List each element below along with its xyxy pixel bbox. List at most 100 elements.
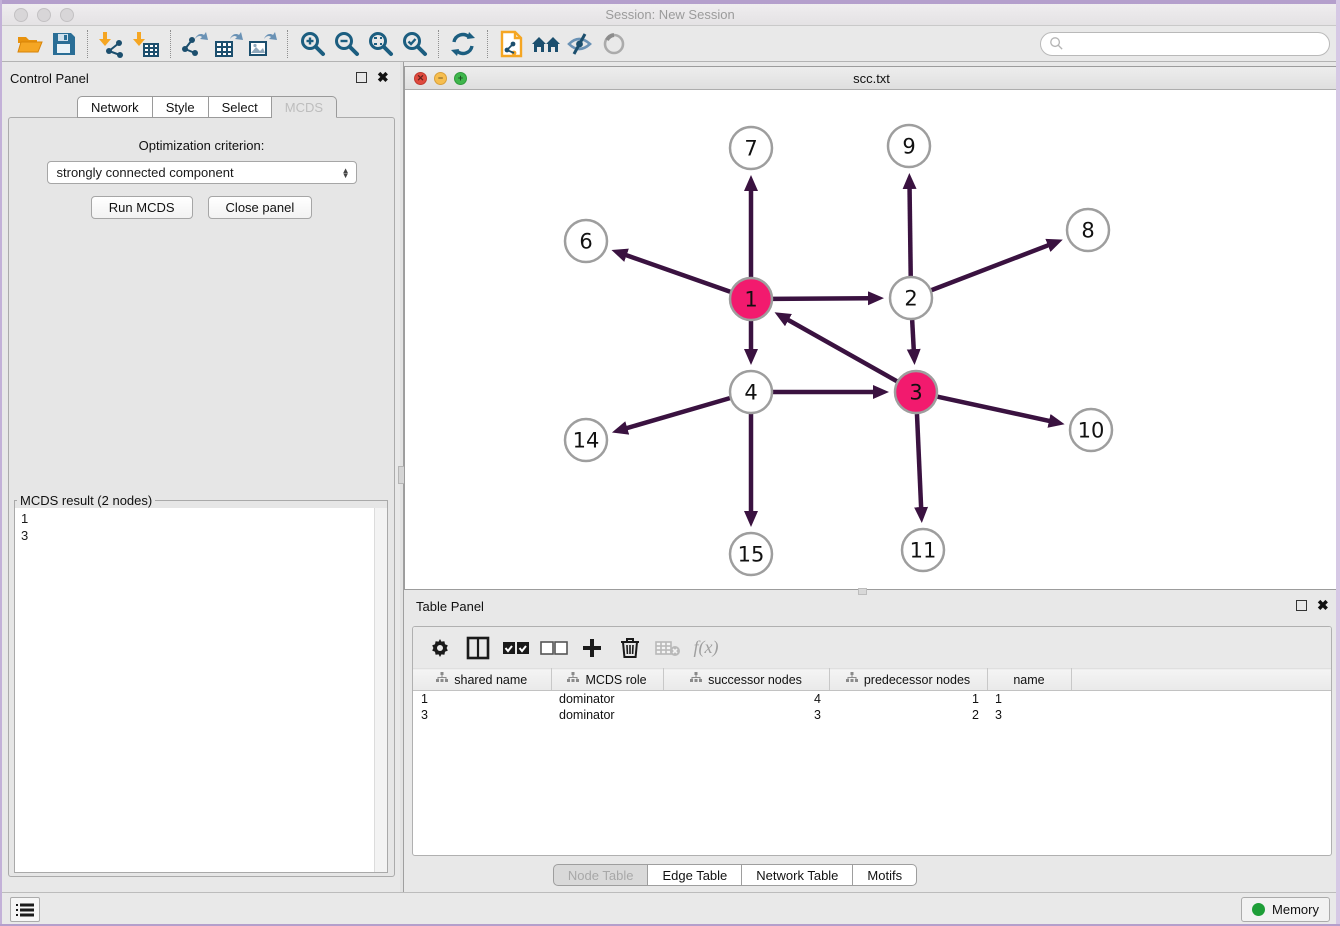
hierarchy-icon (846, 672, 858, 687)
delete-column-icon[interactable] (613, 633, 647, 663)
duplicate-network-icon[interactable] (495, 29, 529, 59)
graph-node-3[interactable]: 3 (895, 371, 937, 413)
save-session-icon[interactable] (46, 29, 80, 59)
memory-status-icon (1252, 903, 1265, 916)
svg-text:11: 11 (910, 539, 937, 563)
cell-predecessor-nodes[interactable]: 2 (829, 707, 987, 723)
edge-3-11[interactable] (917, 414, 921, 509)
zoom-out-icon[interactable] (329, 29, 363, 59)
graph-node-1[interactable]: 1 (730, 278, 772, 320)
result-scrollbar[interactable] (374, 508, 387, 872)
panel-mode-icon[interactable] (461, 633, 495, 663)
mcds-result-text[interactable]: 1 3 (15, 508, 387, 872)
edge-2-3[interactable] (912, 320, 914, 351)
table-tab-motifs[interactable]: Motifs (853, 864, 917, 886)
column-settings-icon[interactable] (423, 633, 457, 663)
table-tab-network-table[interactable]: Network Table (742, 864, 853, 886)
zoom-fit-icon[interactable] (363, 29, 397, 59)
mcds-result-lines: 1 3 (21, 511, 28, 543)
table-row[interactable]: 1dominator411 (413, 691, 1331, 707)
edge-4-14[interactable] (625, 398, 730, 428)
function-builder-icon: f(x) (689, 633, 723, 663)
control-panel-tab-select[interactable]: Select (209, 96, 272, 118)
export-table-icon[interactable] (212, 29, 246, 59)
graph-node-6[interactable]: 6 (565, 220, 607, 262)
toggle-visibility-icon[interactable] (597, 29, 631, 59)
graph-node-10[interactable]: 10 (1070, 409, 1112, 451)
optimization-criterion-select[interactable]: strongly connected component ▲▼ (47, 161, 357, 184)
cell-name[interactable]: 3 (987, 707, 1071, 723)
close-panel-button[interactable]: Close panel (208, 196, 313, 219)
first-neighbors-icon[interactable] (446, 29, 480, 59)
export-image-icon[interactable] (246, 29, 280, 59)
memory-button[interactable]: Memory (1241, 897, 1330, 922)
search-input[interactable] (1040, 32, 1330, 56)
toolbar-separator (487, 30, 488, 58)
svg-text:8: 8 (1081, 219, 1094, 243)
network-close-button[interactable]: ✕ (414, 72, 427, 85)
column-header-predecessor-nodes[interactable]: predecessor nodes (829, 669, 987, 691)
edge-1-6[interactable] (625, 255, 731, 292)
edge-2-8[interactable] (932, 245, 1050, 290)
network-canvas[interactable]: 7 9 6 8 1 2 4 3 14 10 15 11 (405, 90, 1338, 589)
column-header-successor-nodes[interactable]: successor nodes (663, 669, 829, 691)
network-resize-grip[interactable] (858, 588, 867, 595)
column-header-MCDS-role[interactable]: MCDS role (551, 669, 663, 691)
deselect-all-icon[interactable] (537, 633, 571, 663)
float-panel-icon[interactable] (356, 72, 367, 83)
hierarchy-icon (567, 672, 579, 687)
select-all-icon[interactable] (499, 633, 533, 663)
table-toolbar: f(x) (413, 627, 1331, 668)
add-column-icon[interactable] (575, 633, 609, 663)
table-row[interactable]: 3dominator323 (413, 707, 1331, 723)
mcds-result-box: MCDS result (2 nodes) 1 3 (14, 493, 388, 873)
graph-node-15[interactable]: 15 (730, 533, 772, 575)
graph-node-14[interactable]: 14 (565, 419, 607, 461)
cell-MCDS-role[interactable]: dominator (551, 707, 663, 723)
edge-1-2[interactable] (773, 298, 870, 299)
float-table-panel-icon[interactable] (1296, 600, 1307, 611)
cell-name[interactable]: 1 (987, 691, 1071, 707)
table-tab-edge-table[interactable]: Edge Table (648, 864, 742, 886)
export-network-icon[interactable] (178, 29, 212, 59)
column-header-shared-name[interactable]: shared name (413, 669, 551, 691)
table-tab-node-table[interactable]: Node Table (553, 864, 649, 886)
table-panel-box: f(x) shared nameMCDS rolesuccessor nodes… (412, 626, 1332, 856)
zoom-in-icon[interactable] (295, 29, 329, 59)
graph-node-7[interactable]: 7 (730, 127, 772, 169)
network-maximize-button[interactable]: + (454, 72, 467, 85)
table-panel-title: Table Panel (416, 599, 484, 614)
table-panel-window-buttons: ✖ (1296, 600, 1329, 611)
control-panel-tab-style[interactable]: Style (153, 96, 209, 118)
graph-node-4[interactable]: 4 (730, 371, 772, 413)
run-mcds-button[interactable]: Run MCDS (91, 196, 193, 219)
edge-2-9[interactable] (910, 187, 911, 276)
graph-node-9[interactable]: 9 (888, 125, 930, 167)
close-table-panel-icon[interactable]: ✖ (1317, 600, 1329, 611)
open-session-icon[interactable] (12, 29, 46, 59)
import-network-icon[interactable] (95, 29, 129, 59)
edge-3-1[interactable] (787, 319, 897, 381)
hide-selected-icon[interactable] (563, 29, 597, 59)
cell-shared-name[interactable]: 1 (413, 691, 551, 707)
control-panel-title: Control Panel (10, 71, 89, 86)
control-panel-tab-network[interactable]: Network (77, 96, 153, 118)
edge-3-10[interactable] (937, 397, 1050, 422)
column-header-name[interactable]: name (987, 669, 1071, 691)
cell-predecessor-nodes[interactable]: 1 (829, 691, 987, 707)
import-table-icon[interactable] (129, 29, 163, 59)
network-window-titlebar[interactable]: ✕ − + scc.txt (405, 67, 1338, 90)
control-panel-tab-mcds[interactable]: MCDS (272, 96, 337, 118)
graph-node-8[interactable]: 8 (1067, 209, 1109, 251)
cell-shared-name[interactable]: 3 (413, 707, 551, 723)
graph-node-11[interactable]: 11 (902, 529, 944, 571)
network-minimize-button[interactable]: − (434, 72, 447, 85)
graph-node-2[interactable]: 2 (890, 277, 932, 319)
show-all-networks-icon[interactable] (529, 29, 563, 59)
cell-successor-nodes[interactable]: 4 (663, 691, 829, 707)
cell-MCDS-role[interactable]: dominator (551, 691, 663, 707)
close-panel-icon[interactable]: ✖ (377, 72, 389, 83)
cell-successor-nodes[interactable]: 3 (663, 707, 829, 723)
task-history-button[interactable] (10, 897, 40, 922)
zoom-selected-icon[interactable] (397, 29, 431, 59)
